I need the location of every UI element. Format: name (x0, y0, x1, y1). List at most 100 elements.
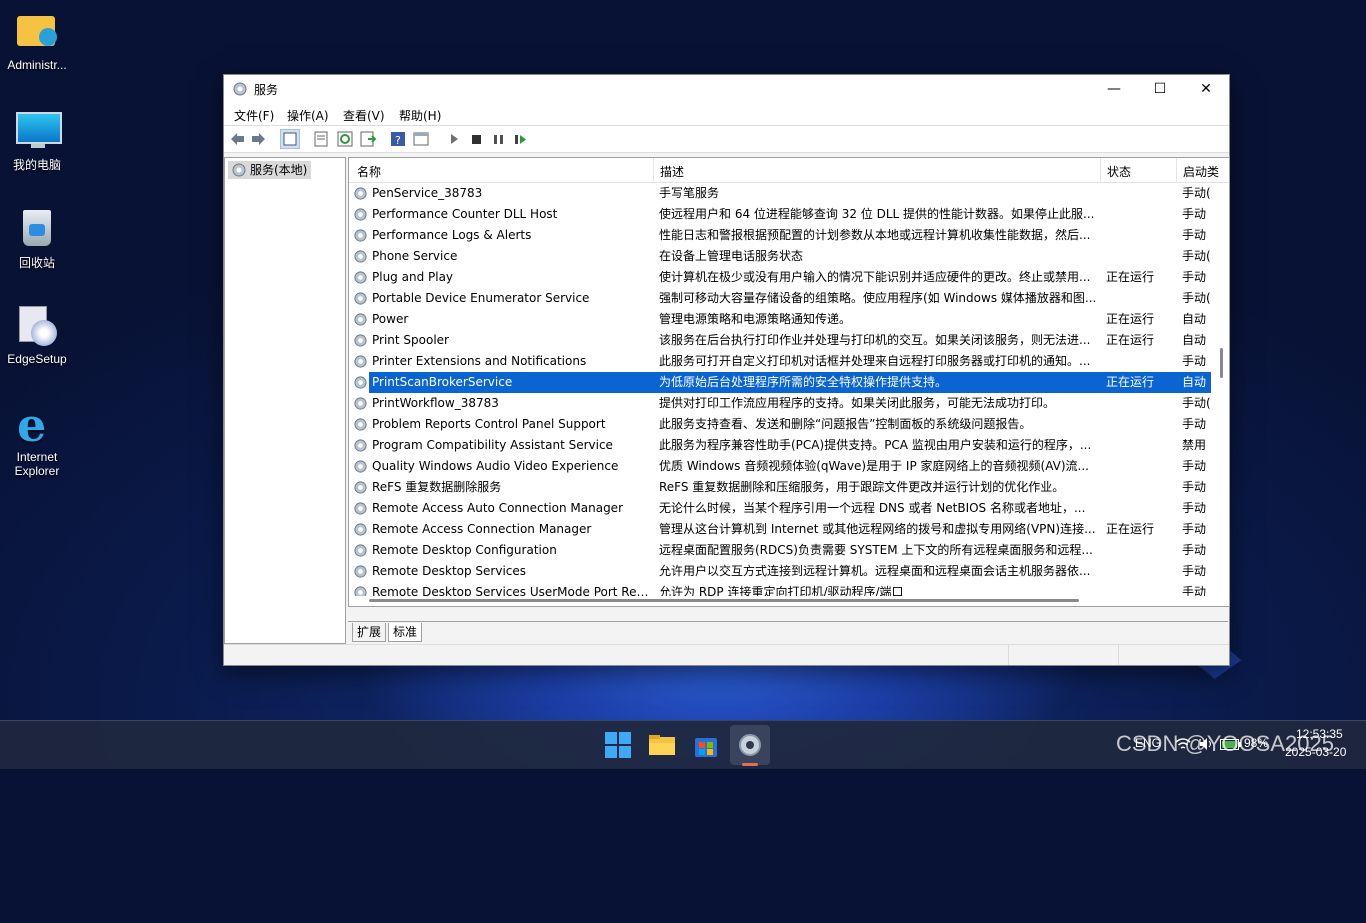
gear-icon (354, 439, 367, 452)
column-header-status[interactable]: 状态 (1107, 163, 1131, 180)
service-status: 正在运行 (1106, 270, 1155, 284)
desktop-icon-my-computer[interactable]: 我的电脑 (0, 98, 74, 173)
table-row[interactable]: Plug and Play 使计算机在极少或没有用户输入的情况下能识别并适应硬件的… (349, 267, 1211, 288)
vertical-scrollbar[interactable] (1215, 183, 1229, 606)
gear-icon (354, 187, 367, 200)
service-name: Power (372, 312, 409, 326)
table-row[interactable]: Performance Logs & Alerts 性能日志和警报根据预配置的计划… (349, 225, 1211, 246)
tab-standard[interactable]: 标准 (388, 623, 423, 642)
gear-icon (354, 397, 367, 410)
service-status: 正在运行 (1106, 522, 1155, 536)
file-explorer-icon[interactable] (646, 729, 678, 761)
table-row[interactable]: Power 管理电源策略和电源策略通知传递。 正在运行 自动 (349, 309, 1211, 330)
help-icon[interactable]: ? (390, 131, 406, 147)
properties-icon[interactable] (313, 131, 329, 147)
column-header-startup-type[interactable]: 启动类 (1183, 163, 1219, 180)
title-bar[interactable]: 服务 — ☐ ✕ (224, 75, 1229, 103)
desktop-icon-recycle-bin[interactable]: 回收站 (0, 196, 74, 271)
table-row[interactable]: Program Compatibility Assistant Service 此… (349, 435, 1211, 456)
service-startup-type: 手动 (1182, 501, 1207, 515)
services-gear-icon[interactable] (734, 729, 766, 761)
pause-service-icon[interactable] (490, 131, 506, 147)
minimize-button[interactable]: — (1091, 75, 1137, 103)
table-row[interactable]: PrintWorkflow_38783 提供对打印工作流应用程序的支持。如果关闭此… (349, 393, 1211, 414)
export-list-icon[interactable] (360, 131, 376, 147)
service-name: PrintScanBrokerService (372, 375, 513, 389)
refresh-icon[interactable] (337, 131, 353, 147)
menu-view[interactable]: 查看(V) (343, 107, 385, 124)
menu-help[interactable]: 帮助(H) (399, 107, 441, 124)
monitor-icon (15, 108, 62, 152)
status-bar (224, 644, 1229, 665)
service-startup-type: 手动 (1182, 417, 1207, 431)
service-startup-type: 手动 (1182, 459, 1207, 473)
window-title: 服务 (254, 83, 279, 97)
service-name: Remote Access Connection Manager (372, 522, 592, 536)
table-row[interactable]: Problem Reports Control Panel Support 此服务… (349, 414, 1211, 435)
table-row[interactable]: Performance Counter DLL Host 使远程用户和 64 位进… (349, 204, 1211, 225)
horizontal-scrollbar[interactable] (349, 596, 1211, 606)
service-name: Remote Desktop Configuration (372, 543, 557, 557)
service-description: 无论什么时候，当某个程序引用一个远程 DNS 或者 NetBIOS 名称或者地址… (659, 501, 1086, 515)
service-startup-type: 手动( (1182, 291, 1211, 305)
service-name: Plug and Play (372, 270, 454, 284)
recycle-bin-icon (15, 206, 59, 250)
show-hide-action-pane-icon[interactable] (413, 131, 429, 147)
table-row[interactable]: Printer Extensions and Notifications 此服务可… (349, 351, 1211, 372)
table-row[interactable]: Print Spooler 该服务在后台执行打印作业并处理与打印机的交互。如果关闭… (349, 330, 1211, 351)
table-row[interactable]: Remote Desktop Services 允许用户以交互方式连接到远程计算机… (349, 561, 1211, 582)
service-name: Remote Access Auto Connection Manager (372, 501, 623, 515)
installer-icon (15, 304, 59, 348)
desktop-icon-label: 回收站 (18, 256, 55, 270)
service-startup-type: 手动 (1182, 543, 1207, 557)
horizontal-scroll-thumb[interactable] (369, 599, 1079, 602)
table-row[interactable]: Quality Windows Audio Video Experience 优质… (349, 456, 1211, 477)
column-header-description[interactable]: 描述 (660, 163, 684, 180)
forward-arrow-icon[interactable] (251, 131, 267, 147)
service-startup-type: 自动 (1182, 375, 1207, 389)
service-name: Performance Logs & Alerts (372, 228, 532, 242)
table-row[interactable]: PrintScanBrokerService 为低原始后台处理程序所需的安全特权操… (349, 372, 1211, 393)
table-row[interactable]: ReFS 重复数据删除服务 ReFS 重复数据删除和压缩服务，用于跟踪文件更改并运… (349, 477, 1211, 498)
service-description: 提供对打印工作流应用程序的支持。如果关闭此服务，可能无法成功打印。 (659, 396, 1056, 410)
gear-icon (354, 418, 367, 431)
back-arrow-icon[interactable] (229, 131, 245, 147)
stop-service-icon[interactable] (468, 131, 484, 147)
desktop-icon-edgesetup[interactable]: EdgeSetup (0, 294, 74, 366)
internet-explorer-icon: e (17, 398, 47, 452)
table-row[interactable]: Remote Access Connection Manager 管理从这台计算机… (349, 519, 1211, 540)
microsoft-store-icon[interactable] (690, 729, 722, 761)
service-status: 正在运行 (1106, 312, 1155, 326)
view-tabs: 扩展 标准 (348, 621, 1228, 643)
desktop-icon-label: EdgeSetup (7, 352, 67, 366)
service-description: 此服务为程序兼容性助手(PCA)提供支持。PCA 监视由用户安装和运行的程序，.… (659, 438, 1092, 452)
table-row[interactable]: Remote Access Auto Connection Manager 无论什… (349, 498, 1211, 519)
column-header-name[interactable]: 名称 (357, 163, 381, 180)
console-tree-icon[interactable] (280, 129, 300, 149)
restart-service-icon[interactable] (512, 131, 528, 147)
service-description: 管理电源策略和电源策略通知传递。 (659, 312, 852, 326)
desktop-icon-internet-explorer[interactable]: e Internet Explorer (0, 392, 74, 478)
gear-icon (354, 250, 367, 263)
start-service-icon[interactable] (446, 131, 462, 147)
service-description: 此服务支持查看、发送和删除“问题报告”控制面板的系统级问题报告。 (659, 417, 1032, 431)
start-windows-icon[interactable] (602, 729, 634, 761)
service-name: PrintWorkflow_38783 (372, 396, 499, 410)
service-name: Performance Counter DLL Host (372, 207, 558, 221)
gear-icon (354, 271, 367, 284)
table-row[interactable]: Phone Service 在设备上管理电话服务状态 手动( (349, 246, 1211, 267)
desktop-icon-administrator[interactable]: Administr... (0, 0, 74, 72)
tree-item-services-local[interactable]: 服务(本地) (228, 161, 312, 179)
menu-file[interactable]: 文件(F) (234, 107, 274, 124)
close-button[interactable]: ✕ (1183, 75, 1229, 103)
tab-extended[interactable]: 扩展 (352, 623, 387, 642)
service-description: 此服务可打开自定义打印机对话框并处理来自远程打印服务器或打印机的通知。... (659, 354, 1091, 368)
gear-icon (354, 544, 367, 557)
menu-action[interactable]: 操作(A) (287, 107, 329, 124)
table-row[interactable]: PenService_38783 手写笔服务 手动( (349, 183, 1211, 204)
vertical-scroll-thumb[interactable] (1220, 348, 1223, 378)
service-startup-type: 手动( (1182, 249, 1211, 263)
maximize-button[interactable]: ☐ (1137, 75, 1183, 103)
table-row[interactable]: Portable Device Enumerator Service 强制可移动大… (349, 288, 1211, 309)
table-row[interactable]: Remote Desktop Configuration 远程桌面配置服务(RDC… (349, 540, 1211, 561)
